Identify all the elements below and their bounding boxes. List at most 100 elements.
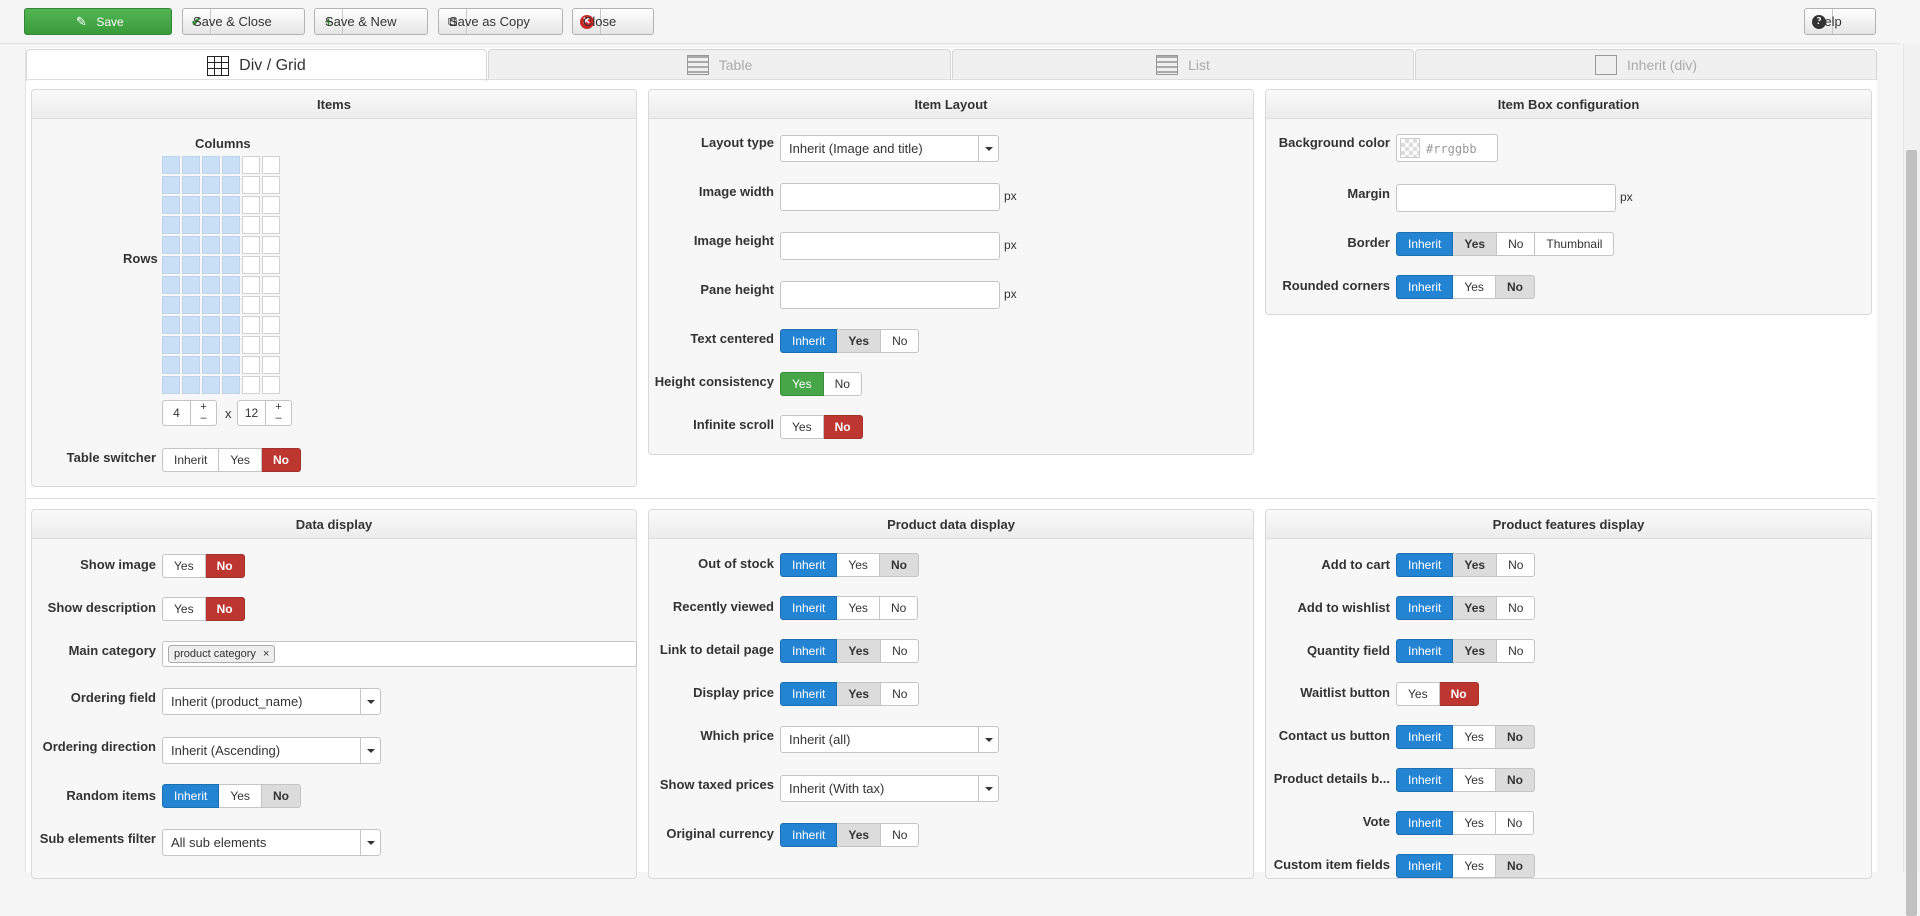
grid-cell[interactable] — [202, 236, 220, 254]
option-yes[interactable]: Yes — [837, 639, 882, 663]
remove-tag-icon[interactable]: × — [263, 648, 269, 660]
grid-cell[interactable] — [242, 216, 260, 234]
sub-elements-filter-select[interactable]: All sub elements — [162, 829, 381, 856]
tab-table[interactable]: Table — [488, 49, 951, 80]
grid-cell[interactable] — [222, 336, 240, 354]
show-taxed-select[interactable]: Inherit (With tax) — [780, 775, 999, 802]
display-price-group[interactable]: Inherit Yes No — [780, 682, 920, 706]
grid-cell[interactable] — [182, 216, 200, 234]
show-image-group[interactable]: Yes No — [162, 554, 245, 578]
grid-cell[interactable] — [242, 176, 260, 194]
option-inherit[interactable]: Inherit — [1396, 639, 1454, 663]
option-no[interactable]: No — [1497, 596, 1536, 620]
stepper-buttons[interactable]: + – — [265, 401, 291, 425]
grid-cell[interactable] — [162, 356, 180, 374]
original-currency-group[interactable]: Inherit Yes No — [780, 823, 920, 847]
grid-cell[interactable] — [202, 276, 220, 294]
infinite-scroll-group[interactable]: Yes No — [780, 415, 863, 439]
option-inherit[interactable]: Inherit — [780, 639, 838, 663]
option-yes[interactable]: Yes — [780, 415, 824, 439]
option-no[interactable]: No — [1495, 811, 1535, 835]
option-no[interactable]: No — [1497, 232, 1536, 256]
out-of-stock-group[interactable]: Inherit Yes No — [780, 553, 919, 577]
option-yes[interactable]: Yes — [1453, 596, 1498, 620]
option-yes[interactable]: Yes — [219, 784, 262, 808]
option-no[interactable]: No — [261, 784, 301, 808]
option-yes[interactable]: Yes — [837, 329, 882, 353]
option-no[interactable]: No — [1497, 639, 1536, 663]
tab-div-grid[interactable]: Div / Grid — [26, 49, 487, 81]
grid-cell[interactable] — [262, 276, 280, 294]
random-items-group[interactable]: Inherit Yes No — [162, 784, 301, 808]
option-no[interactable]: No — [881, 682, 920, 706]
border-group[interactable]: Inherit Yes No Thumbnail — [1396, 232, 1615, 256]
option-yes[interactable]: Yes — [1453, 553, 1498, 577]
grid-cell[interactable] — [182, 356, 200, 374]
image-height-input[interactable] — [780, 232, 1000, 260]
grid-cell[interactable] — [242, 236, 260, 254]
grid-cell[interactable] — [162, 316, 180, 334]
option-no[interactable]: No — [1495, 725, 1535, 749]
grid-cell[interactable] — [242, 316, 260, 334]
option-yes[interactable]: Yes — [1453, 854, 1496, 878]
text-centered-group[interactable]: Inherit Yes No — [780, 329, 920, 353]
grid-cell[interactable] — [262, 156, 280, 174]
add-to-wishlist-group[interactable]: Inherit Yes No — [1396, 596, 1536, 620]
option-yes[interactable]: Yes — [162, 597, 206, 621]
option-no[interactable]: No — [205, 554, 245, 578]
option-inherit[interactable]: Inherit — [1396, 596, 1454, 620]
option-inherit[interactable]: Inherit — [780, 329, 838, 353]
option-yes[interactable]: Yes — [837, 823, 882, 847]
image-width-input[interactable] — [780, 183, 1000, 211]
save-new-button[interactable]: + Save & New — [314, 8, 428, 35]
option-yes[interactable]: Yes — [219, 448, 262, 472]
option-no[interactable]: No — [1495, 275, 1535, 299]
grid-cell[interactable] — [262, 176, 280, 194]
option-inherit[interactable]: Inherit — [1396, 275, 1454, 299]
save-close-button[interactable]: ✔ Save & Close — [182, 8, 305, 35]
option-yes[interactable]: Yes — [837, 553, 880, 577]
grid-cell[interactable] — [182, 376, 200, 394]
option-no[interactable]: No — [881, 823, 920, 847]
save-copy-button[interactable]: ⧉ Save as Copy — [438, 8, 563, 35]
height-consistency-group[interactable]: Yes No — [780, 372, 862, 396]
grid-cell[interactable] — [162, 216, 180, 234]
grid-cell[interactable] — [242, 376, 260, 394]
scrollbar[interactable] — [1903, 44, 1920, 916]
option-no[interactable]: No — [1439, 682, 1479, 706]
option-inherit[interactable]: Inherit — [780, 596, 838, 620]
grid-cell[interactable] — [182, 316, 200, 334]
columns-stepper[interactable]: 4 + – — [162, 400, 217, 426]
grid-cell[interactable] — [162, 256, 180, 274]
margin-input[interactable] — [1396, 184, 1616, 212]
add-to-cart-group[interactable]: Inherit Yes No — [1396, 553, 1536, 577]
option-no[interactable]: No — [879, 553, 919, 577]
option-no[interactable]: No — [881, 329, 920, 353]
option-yes[interactable]: Yes — [1396, 682, 1440, 706]
grid-cell[interactable] — [262, 256, 280, 274]
option-yes[interactable]: Yes — [780, 372, 824, 396]
option-no[interactable]: No — [1497, 553, 1536, 577]
option-inherit[interactable]: Inherit — [1396, 811, 1454, 835]
custom-fields-group[interactable]: Inherit Yes No — [1396, 854, 1535, 878]
product-details-group[interactable]: Inherit Yes No — [1396, 768, 1535, 792]
option-inherit[interactable]: Inherit — [162, 448, 220, 472]
grid-cell[interactable] — [182, 196, 200, 214]
save-button[interactable]: ✎ Save — [24, 8, 172, 35]
option-no[interactable]: No — [261, 448, 301, 472]
option-no[interactable]: No — [879, 596, 919, 620]
quantity-field-group[interactable]: Inherit Yes No — [1396, 639, 1536, 663]
grid-cell[interactable] — [242, 276, 260, 294]
option-inherit[interactable]: Inherit — [1396, 854, 1454, 878]
stepper-buttons[interactable]: + – — [190, 401, 216, 425]
grid-cell[interactable] — [202, 256, 220, 274]
option-no[interactable]: No — [205, 597, 245, 621]
option-inherit[interactable]: Inherit — [780, 553, 838, 577]
grid-cell[interactable] — [162, 156, 180, 174]
grid-cell[interactable] — [162, 296, 180, 314]
waitlist-button-group[interactable]: Yes No — [1396, 682, 1479, 706]
rows-stepper[interactable]: 12 + – — [237, 400, 292, 426]
close-button[interactable]: ✕ Close — [572, 8, 654, 35]
link-detail-group[interactable]: Inherit Yes No — [780, 639, 920, 663]
grid-cell[interactable] — [262, 196, 280, 214]
